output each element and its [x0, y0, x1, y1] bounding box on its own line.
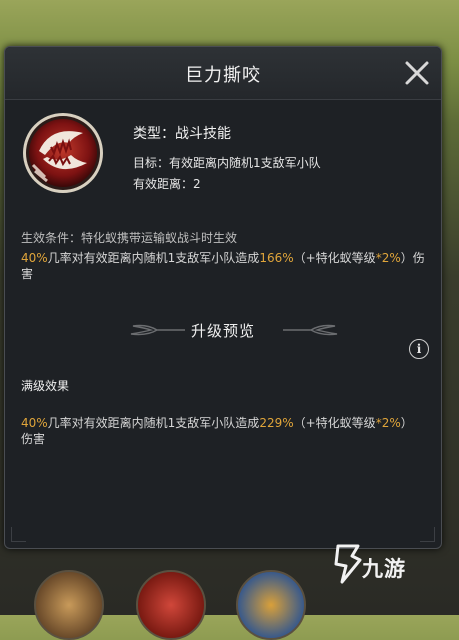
effect-desc: 几率对有效距离内随机1支敌军小队造成 — [47, 251, 260, 265]
effect-damage-percent: 166% — [259, 251, 294, 265]
effect-bonus-prefix: （+特化蚁等级 — [293, 251, 376, 265]
skill-icon — [21, 111, 105, 195]
skill-slot-3-icon[interactable] — [236, 570, 306, 640]
effect-chance: 40% — [21, 251, 48, 265]
max-effect-bonus-prefix: （+特化蚁等级 — [293, 416, 376, 430]
max-level-effect: 40%几率对有效距离内随机1支敌军小队造成229%（+特化蚁等级*2%）伤害 — [21, 415, 421, 447]
skill-condition: 生效条件：特化蚁携带运输蚁战斗时生效 — [21, 231, 238, 245]
biting-jaws-icon — [23, 113, 103, 193]
max-effect-bonus-rate: *2% — [375, 416, 401, 430]
corner-ornament — [11, 527, 26, 542]
skill-type: 类型：战斗技能 — [133, 126, 231, 142]
max-effect-damage-percent: 229% — [259, 416, 294, 430]
corner-ornament — [420, 527, 435, 542]
max-effect-desc: 几率对有效距离内随机1支敌军小队造成 — [47, 416, 260, 430]
max-level-label: 满级效果 — [21, 379, 70, 393]
skill-detail-dialog: 巨力撕咬 类型：战斗技能 目标：有效距离内随机1支敌军小队 有效距离：2 生效条… — [4, 46, 442, 549]
dialog-title: 巨力撕咬 — [185, 65, 261, 86]
watermark-text: 九游 — [362, 557, 406, 581]
upgrade-preview-title: 升级预览 — [190, 322, 255, 340]
max-effect-chance: 40% — [21, 416, 48, 430]
effect-bonus-rate: *2% — [375, 251, 401, 265]
skill-range: 有效距离：2 — [133, 177, 201, 191]
skill-effect: 40%几率对有效距离内随机1支敌军小队造成166%（+特化蚁等级*2%）伤害 — [21, 250, 433, 282]
skill-slot-2-icon[interactable] — [136, 570, 206, 640]
info-icon[interactable]: i — [409, 339, 429, 359]
jiuyou-logo-icon — [334, 544, 362, 584]
close-icon[interactable] — [403, 59, 431, 87]
dialog-header: 巨力撕咬 — [5, 47, 441, 100]
skill-target: 目标：有效距离内随机1支敌军小队 — [133, 156, 321, 170]
skill-slot-1-icon[interactable] — [34, 570, 104, 640]
right-wing-ornament-icon — [283, 324, 338, 336]
